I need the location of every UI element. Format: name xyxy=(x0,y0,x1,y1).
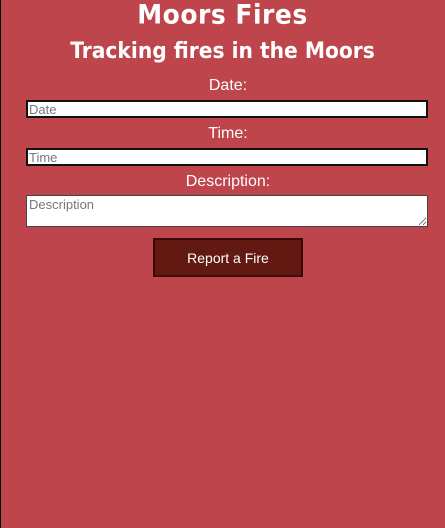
date-label: Date: xyxy=(208,77,248,94)
report-fire-button[interactable]: Report a Fire xyxy=(153,238,303,277)
time-input[interactable] xyxy=(26,148,428,166)
app-title: Moors Fires xyxy=(137,0,308,30)
app-subtitle: Tracking fires in the Moors xyxy=(70,39,375,64)
description-textarea[interactable] xyxy=(26,195,428,227)
description-label: Description: xyxy=(185,173,271,190)
time-label: Time: xyxy=(208,125,248,142)
date-input[interactable] xyxy=(26,100,428,118)
